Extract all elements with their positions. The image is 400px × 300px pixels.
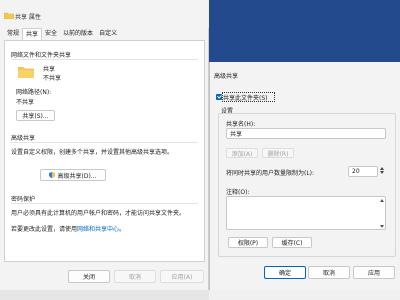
advanced-sharing-titlebar[interactable]: 高级共享: [210, 62, 400, 86]
advanced-sharing-dialog: 高级共享 共享此文件夹(S) 设置 共享名(H): 共享 添加(A) 删除(R)…: [209, 62, 400, 290]
properties-footer: 关闭 取消 应用(A): [0, 266, 209, 290]
caching-button[interactable]: 缓存(C): [272, 237, 312, 248]
dialog-apply-button[interactable]: 应用: [353, 266, 395, 279]
share-button[interactable]: 共享(S)...: [16, 110, 55, 121]
comments-label: 注释(O):: [226, 189, 250, 196]
backdrop-strip: [0, 290, 209, 300]
share-name-value: 共享: [230, 131, 243, 138]
share-status: 不共享: [43, 75, 62, 82]
user-limit-label: 将同时共享的用户数量限制为(L):: [226, 170, 315, 177]
scroll-up-icon[interactable]: [380, 199, 384, 202]
user-limit-value: 20: [352, 168, 360, 175]
tab-previous-versions[interactable]: 以前的版本: [60, 28, 96, 40]
network-path-label: 网络路径(N):: [16, 89, 52, 96]
advanced-sharing-button-label: 高级共享(D)...: [57, 172, 97, 180]
share-name-label: 共享名(H):: [226, 121, 256, 128]
divider: [11, 203, 198, 204]
tab-security[interactable]: 安全: [42, 28, 60, 40]
share-name-field[interactable]: 共享: [226, 128, 386, 139]
add-share-button[interactable]: 添加(A): [226, 148, 258, 158]
divider: [11, 142, 198, 143]
shared-folder-icon: [18, 67, 34, 78]
desktop-background: [209, 0, 400, 62]
advanced-sharing-title: 高级共享: [214, 73, 239, 80]
permissions-button[interactable]: 权限(P): [228, 237, 268, 248]
password-protection-heading: 密码保护: [11, 196, 36, 203]
properties-window: 共享 属性 常规 共享 安全 以前的版本 自定义 网络文件和文件夹共享 共享 不…: [0, 0, 209, 290]
cancel-button[interactable]: 取消: [114, 270, 156, 283]
divider: [11, 59, 198, 60]
properties-tabs: 常规 共享 安全 以前的版本 自定义: [4, 28, 120, 40]
advanced-sharing-description: 设置自定义权限，创建多个共享，并设置其他高级共享选项。: [11, 149, 174, 156]
user-limit-spinner[interactable]: [379, 166, 385, 175]
folder-icon: [4, 12, 14, 19]
network-center-hint: 若要更改此设置，请使用网络和共享中心。: [11, 224, 125, 233]
network-path-value: 不共享: [16, 99, 35, 106]
password-protection-description: 用户必须具有此计算机的用户帐户和密码，才能访问共享文件夹。: [11, 210, 186, 217]
properties-titlebar[interactable]: 共享 属性: [0, 0, 209, 28]
network-sharing-heading: 网络文件和文件夹共享: [11, 52, 72, 59]
scroll-down-icon[interactable]: [380, 225, 384, 228]
tab-sharing[interactable]: 共享: [22, 28, 43, 40]
spin-down-icon[interactable]: [380, 171, 384, 174]
close-button[interactable]: 关闭: [68, 270, 110, 283]
network-center-suffix: 。: [119, 226, 126, 233]
comments-field[interactable]: [226, 196, 386, 230]
share-folder-label[interactable]: 共享此文件夹(S): [223, 93, 268, 102]
tab-customize[interactable]: 自定义: [96, 28, 120, 40]
spin-up-icon[interactable]: [380, 167, 384, 170]
dialog-cancel-button[interactable]: 取消: [308, 266, 350, 279]
network-center-prefix: 若要更改此设置，请使用: [11, 226, 78, 233]
ok-button[interactable]: 确定: [264, 266, 306, 279]
advanced-sharing-heading: 高级共享: [11, 135, 36, 142]
shield-icon: [49, 172, 56, 178]
sharing-tab-panel: 网络文件和文件夹共享 共享 不共享 网络路径(N): 不共享 共享(S)... …: [4, 40, 205, 262]
network-sharing-center-link[interactable]: 网络和共享中心: [77, 226, 119, 233]
tab-general[interactable]: 常规: [4, 28, 22, 40]
remove-share-button[interactable]: 删除(R): [262, 148, 294, 158]
properties-title: 共享 属性: [15, 14, 41, 21]
apply-button[interactable]: 应用(A): [160, 270, 204, 283]
folder-name: 共享: [43, 66, 56, 73]
user-limit-input[interactable]: 20: [348, 166, 378, 177]
advanced-sharing-button[interactable]: 高级共享(D)...: [40, 169, 106, 181]
